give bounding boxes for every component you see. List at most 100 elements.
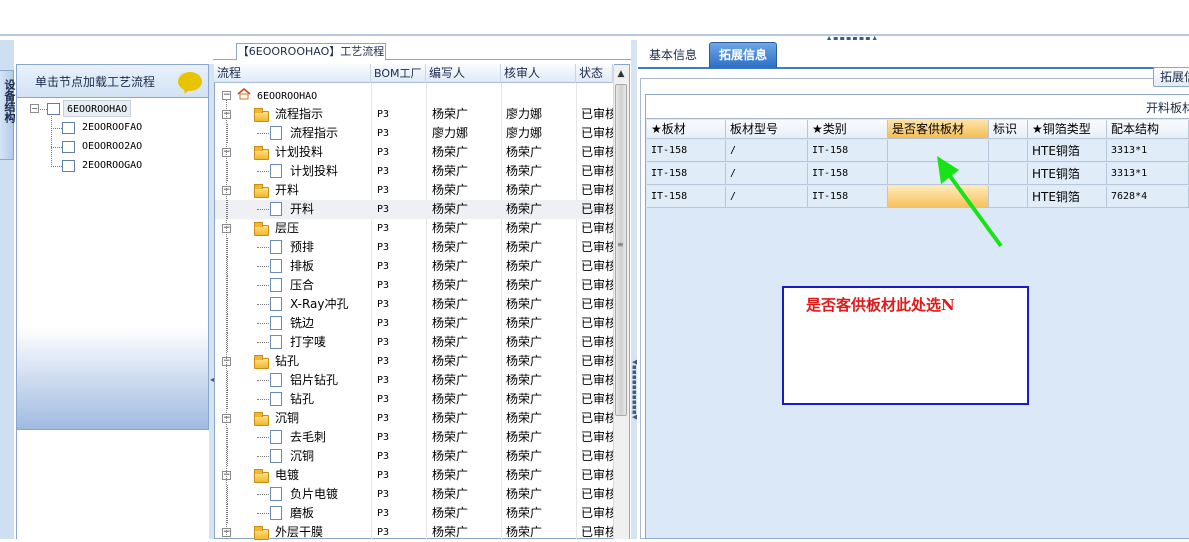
process-row[interactable]: 负片电镀 P3 杨荣广 杨荣广 已审核 <box>215 485 613 504</box>
bom-cell[interactable]: 3313*1 <box>1107 163 1189 185</box>
tree-node-root[interactable]: 6EOOROOHAO <box>63 100 132 117</box>
process-bom: P3 <box>377 280 390 291</box>
process-row[interactable]: − 钻孔 P3 杨荣广 杨荣广 已审核 <box>215 352 613 371</box>
collapse-icon[interactable]: − <box>30 104 39 113</box>
bom-cell[interactable]: HTE铜箔 <box>1028 186 1107 208</box>
process-row[interactable]: 钻孔 P3 杨荣广 杨荣广 已审核 <box>215 390 613 409</box>
process-row[interactable]: − 层压 P3 杨荣广 杨荣广 已审核 <box>215 219 613 238</box>
process-row[interactable]: 预排 P3 杨荣广 杨荣广 已审核 <box>215 238 613 257</box>
process-title-tab[interactable]: 【6EOOROOHAO】工艺流程 <box>236 43 386 60</box>
node-tree-header-label: 单击节点加载工艺流程 <box>35 75 156 89</box>
process-row[interactable]: − 流程指示 P3 杨荣广 廖力娜 已审核 <box>215 105 613 124</box>
process-row[interactable]: 流程指示 P3 廖力娜 廖力娜 已审核 <box>215 124 613 143</box>
process-row[interactable]: 压合 P3 杨荣广 杨荣广 已审核 <box>215 276 613 295</box>
tree-connector <box>227 504 228 523</box>
bom-cell[interactable]: / <box>726 186 808 208</box>
tree-node-child[interactable]: 2EOOROOFAO <box>82 122 142 133</box>
tree-connector <box>257 342 269 343</box>
file-icon <box>270 164 282 178</box>
bom-cell[interactable]: / <box>726 140 808 162</box>
tree-connector <box>257 456 269 457</box>
process-status: 已审核 <box>581 126 613 140</box>
column-header-flow[interactable]: 流程 <box>214 64 371 83</box>
tree-connector <box>227 428 228 447</box>
bom-column-header[interactable]: ★铜箔类型 <box>1028 120 1107 139</box>
process-reviewer: 杨荣广 <box>506 430 543 444</box>
process-status: 已审核 <box>581 449 613 463</box>
splitter-grip-icon[interactable]: ◀ ▪ ▪ ▪ ▪ ▪ ▪ ▪ ▪ ▪ ▪ ◀ <box>632 359 637 440</box>
process-reviewer: 杨荣广 <box>506 392 543 406</box>
file-icon <box>270 240 282 254</box>
tree-connector <box>227 371 228 390</box>
process-writer: 杨荣广 <box>432 183 469 197</box>
folder-icon <box>254 184 269 198</box>
bom-cell[interactable]: 7628*4 <box>1107 186 1189 208</box>
process-status: 已审核 <box>581 411 613 425</box>
tree-connector <box>257 399 269 400</box>
tree-node-child[interactable]: 2EOOROOGAO <box>82 160 142 171</box>
bom-cell[interactable]: IT-158 <box>808 163 888 185</box>
process-row[interactable]: − 外层干膜 P3 杨荣广 杨荣广 已审核 <box>215 523 613 542</box>
process-row[interactable]: 开料 P3 杨荣广 杨荣广 已审核 <box>215 200 613 219</box>
bom-column-header[interactable]: 板材型号 <box>726 120 808 139</box>
process-reviewer: 杨荣广 <box>506 449 543 463</box>
process-bom: P3 <box>377 109 390 120</box>
bom-cell[interactable]: IT-158 <box>647 163 726 185</box>
tab-basic-info[interactable]: 基本信息 <box>640 44 706 67</box>
column-header-bom[interactable]: BOM工厂 <box>371 64 426 83</box>
process-row[interactable]: 排板 P3 杨荣广 杨荣广 已审核 <box>215 257 613 276</box>
process-row[interactable]: 计划投料 P3 杨荣广 杨荣广 已审核 <box>215 162 613 181</box>
bom-column-header[interactable]: ★类别 <box>808 120 888 139</box>
document-icon <box>47 103 60 115</box>
bom-cell[interactable]: IT-158 <box>647 186 726 208</box>
process-root-label[interactable]: 6EOOROOHAO <box>257 87 317 106</box>
process-writer: 杨荣广 <box>432 164 469 178</box>
folder-icon <box>254 469 269 483</box>
collapse-icon[interactable]: − <box>222 91 231 100</box>
tree-node-child[interactable]: OEOOROO2AO <box>82 141 142 152</box>
bom-column-header-customer-supplied[interactable]: 是否客供板材 <box>888 120 989 139</box>
bom-cell[interactable]: HTE铜箔 <box>1028 163 1107 185</box>
process-status: 已审核 <box>581 164 613 178</box>
process-row[interactable]: X-Ray冲孔 P3 杨荣广 杨荣广 已审核 <box>215 295 613 314</box>
process-bom: P3 <box>377 356 390 367</box>
process-row[interactable]: − 开料 P3 杨荣广 杨荣广 已审核 <box>215 181 613 200</box>
process-bom: P3 <box>377 261 390 272</box>
node-panel-border <box>16 430 17 539</box>
tab-extended-info[interactable]: 拓展信息 <box>709 42 777 68</box>
column-header-status[interactable]: 状态 <box>576 64 613 83</box>
process-row[interactable]: 打字唛 P3 杨荣广 杨荣广 已审核 <box>215 333 613 352</box>
scrollbar-thumb[interactable] <box>615 84 627 416</box>
node-tree-panel <box>16 64 209 430</box>
splitter-grip-icon[interactable]: ◀ <box>210 375 216 387</box>
extended-info-button[interactable]: 拓展信息 <box>1153 67 1189 87</box>
process-bom: P3 <box>377 489 390 500</box>
process-row[interactable]: − 计划投料 P3 杨荣广 杨荣广 已审核 <box>215 143 613 162</box>
process-name: 开料 <box>290 202 315 216</box>
process-row[interactable]: − 电镀 P3 杨荣广 杨荣广 已审核 <box>215 466 613 485</box>
bom-column-header[interactable]: ★板材 <box>647 120 726 139</box>
process-status: 已审核 <box>581 354 613 368</box>
scroll-up-arrow-icon[interactable]: ▲ <box>614 66 628 82</box>
speech-bubble-icon[interactable] <box>178 72 202 91</box>
column-header-writer[interactable]: 编写人 <box>426 64 501 83</box>
process-row[interactable]: 铣边 P3 杨荣广 杨荣广 已审核 <box>215 314 613 333</box>
bom-column-header[interactable]: 配本结构 <box>1107 120 1189 139</box>
bom-cell[interactable]: HTE铜箔 <box>1028 140 1107 162</box>
process-status: 已审核 <box>581 297 613 311</box>
process-row[interactable]: 去毛刺 P3 杨荣广 杨荣广 已审核 <box>215 428 613 447</box>
process-row[interactable]: 铝片钻孔 P3 杨荣广 杨荣广 已审核 <box>215 371 613 390</box>
process-row[interactable]: − 沉铜 P3 杨荣广 杨荣广 已审核 <box>215 409 613 428</box>
bom-cell[interactable]: 3313*1 <box>1107 140 1189 162</box>
column-header-reviewer[interactable]: 核审人 <box>501 64 576 83</box>
bom-cell[interactable]: / <box>726 163 808 185</box>
bom-column-header[interactable]: 标识 <box>989 120 1028 139</box>
process-row[interactable]: 磨板 P3 杨荣广 杨荣广 已审核 <box>215 504 613 523</box>
process-bom: P3 <box>377 242 390 253</box>
tree-connector <box>227 200 228 219</box>
bom-cell[interactable]: IT-158 <box>647 140 726 162</box>
process-row[interactable]: 沉铜 P3 杨荣广 杨荣广 已审核 <box>215 447 613 466</box>
bom-cell[interactable]: IT-158 <box>808 140 888 162</box>
tab-device-structure[interactable]: 设备结构 <box>0 70 16 160</box>
bom-cell[interactable]: IT-158 <box>808 186 888 208</box>
